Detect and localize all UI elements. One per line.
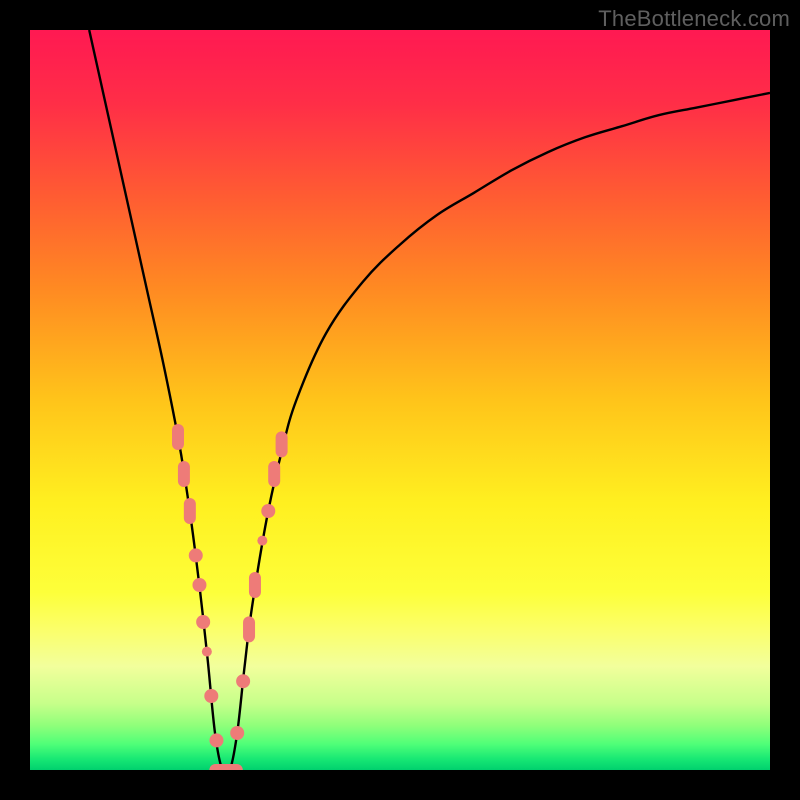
data-marker — [178, 461, 190, 487]
data-marker — [217, 764, 243, 770]
data-marker — [202, 647, 212, 657]
data-marker — [268, 461, 280, 487]
marker-layer — [172, 424, 288, 770]
data-marker — [261, 504, 275, 518]
watermark-text: TheBottleneck.com — [598, 6, 790, 32]
data-marker — [189, 548, 203, 562]
curve-layer — [30, 30, 770, 770]
chart-frame: TheBottleneck.com — [0, 0, 800, 800]
data-marker — [184, 498, 196, 524]
data-marker — [257, 536, 267, 546]
data-marker — [230, 726, 244, 740]
data-marker — [204, 689, 218, 703]
plot-area — [30, 30, 770, 770]
bottleneck-curve — [89, 30, 770, 770]
data-marker — [192, 578, 206, 592]
data-marker — [249, 572, 261, 598]
data-marker — [236, 674, 250, 688]
data-marker — [243, 616, 255, 642]
data-marker — [196, 615, 210, 629]
data-marker — [276, 431, 288, 457]
data-marker — [172, 424, 184, 450]
data-marker — [209, 733, 223, 747]
